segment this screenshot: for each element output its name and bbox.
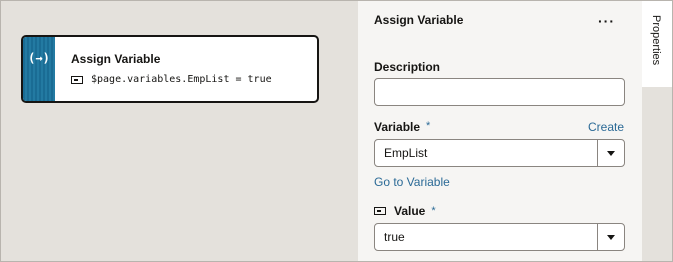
value-label-text: Value: [394, 204, 426, 218]
variable-icon: [71, 75, 83, 84]
assign-glyph-icon: (→): [28, 51, 50, 65]
create-link[interactable]: Create: [588, 120, 624, 134]
node-expression-text: $page.variables.EmpList = true: [91, 74, 272, 85]
tab-properties[interactable]: Properties: [642, 1, 672, 87]
required-marker: *: [431, 205, 436, 217]
variable-icon: [374, 207, 386, 215]
more-icon[interactable]: ···: [598, 13, 615, 29]
assign-variable-node[interactable]: (→) Assign Variable $page.variables.EmpL…: [21, 35, 319, 103]
go-to-variable-link[interactable]: Go to Variable: [374, 175, 450, 189]
required-marker: *: [426, 120, 431, 132]
variable-select-value: EmpList: [384, 146, 428, 160]
flow-canvas[interactable]: (→) Assign Variable $page.variables.EmpL…: [1, 1, 358, 261]
variable-label-text: Variable: [374, 120, 421, 134]
description-label: Description: [374, 60, 441, 74]
value-select[interactable]: true: [374, 223, 625, 251]
value-select-value: true: [384, 230, 405, 244]
side-tab-strip: Properties: [642, 1, 672, 261]
variable-label: Variable *: [374, 120, 430, 134]
dropdown-arrow-icon[interactable]: [597, 224, 624, 250]
node-expression: $page.variables.EmpList = true: [71, 74, 272, 85]
node-type-strip: [23, 37, 55, 101]
variable-select[interactable]: EmpList: [374, 139, 625, 167]
panel-title: Assign Variable: [374, 13, 464, 27]
node-title: Assign Variable: [71, 52, 161, 66]
description-field[interactable]: [374, 78, 625, 106]
properties-panel: Assign Variable ··· Description Variable…: [358, 1, 642, 261]
tab-properties-label: Properties: [650, 15, 662, 66]
value-label: Value *: [374, 204, 436, 218]
dropdown-arrow-icon[interactable]: [597, 140, 624, 166]
app-frame: (→) Assign Variable $page.variables.EmpL…: [0, 0, 673, 262]
